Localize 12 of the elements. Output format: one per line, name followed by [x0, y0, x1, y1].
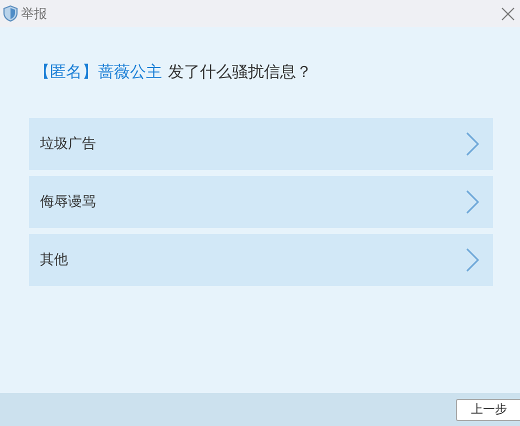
shield-icon [3, 5, 18, 22]
back-button[interactable]: 上一步 [456, 398, 520, 420]
chevron-right-icon [466, 248, 479, 272]
chevron-right-icon [466, 190, 479, 214]
window-title: 举报 [21, 6, 48, 22]
report-option[interactable]: 垃圾广告 [29, 118, 493, 170]
report-option[interactable]: 侮辱谩骂 [29, 176, 493, 228]
report-option[interactable]: 其他 [29, 234, 493, 286]
chevron-right-icon [466, 132, 479, 156]
close-button[interactable] [500, 6, 516, 22]
user-name: 【匿名】蔷薇公主 [34, 62, 162, 82]
question-text: 发了什么骚扰信息？ [168, 62, 312, 82]
